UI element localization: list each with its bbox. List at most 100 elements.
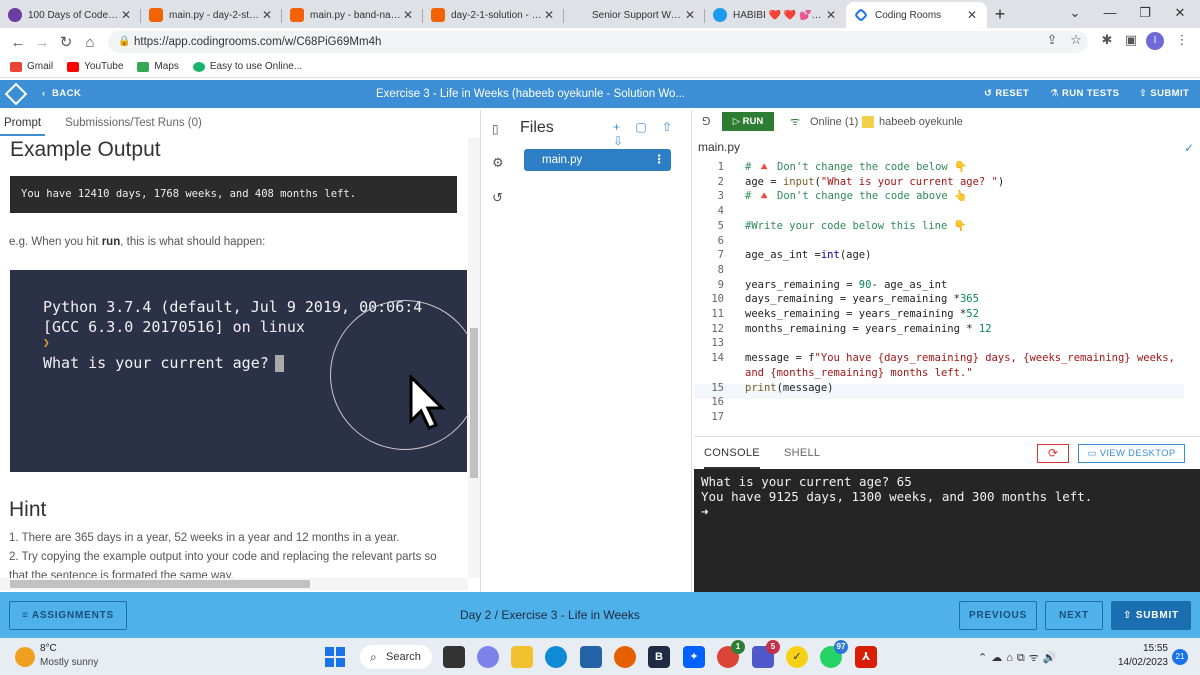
mouse-pointer-icon: [409, 375, 446, 430]
code-text: weeks_remaining = years_remaining *52: [745, 308, 979, 320]
code-line[interactable]: 4: [694, 204, 745, 219]
forward-arrow-icon[interactable]: →: [30, 34, 54, 51]
code-line[interactable]: 10 days_remaining = years_remaining *365: [694, 292, 979, 307]
code-line[interactable]: and {months_remaining} months left.": [694, 366, 973, 381]
back-button[interactable]: ‹ BACK: [42, 80, 81, 108]
norton-icon[interactable]: ✓: [786, 646, 808, 668]
chrome-icon[interactable]: 1: [717, 640, 745, 668]
editor-tab-main-py[interactable]: main.py: [698, 140, 740, 156]
submit-button[interactable]: ⇧ SUBMIT: [1139, 80, 1189, 108]
notification-badge[interactable]: 21: [1172, 649, 1188, 665]
close-icon[interactable]: ✕: [119, 8, 133, 22]
tab-console[interactable]: CONSOLE: [704, 437, 760, 469]
menu-dots-icon[interactable]: ⋮: [1172, 32, 1192, 48]
code-line[interactable]: 11 weeks_remaining = years_remaining *52: [694, 307, 979, 322]
reload-icon[interactable]: ↻: [54, 33, 78, 51]
clear-console-button[interactable]: ⟳: [1037, 444, 1069, 463]
code-line[interactable]: 6: [694, 234, 745, 249]
weather-temp: 8°C: [40, 643, 57, 654]
code-line[interactable]: 15 print(message): [694, 381, 833, 396]
more-options-icon[interactable]: ⋮: [654, 149, 666, 171]
code-line[interactable]: 13: [694, 336, 745, 351]
teams-chat-icon[interactable]: [477, 646, 499, 668]
code-line[interactable]: 17: [694, 410, 745, 425]
horizontal-scrollbar[interactable]: [0, 578, 468, 590]
browser-tab[interactable]: HABIBI ❤️ ❤️ 💕 on ✕: [705, 2, 846, 28]
smallpdf-icon: [192, 61, 205, 72]
acrobat-icon[interactable]: ⅄: [855, 646, 877, 668]
home-icon[interactable]: ⌂: [78, 34, 102, 51]
bookmark-easy-online[interactable]: Easy to use Online...: [192, 61, 302, 72]
bookmark-gmail[interactable]: Gmail: [10, 61, 53, 72]
code-line[interactable]: 14 message = f"You have {days_remaining} …: [694, 351, 1175, 366]
tab-prompt[interactable]: Prompt: [0, 110, 46, 136]
code-line[interactable]: 2 age = input("What is your current age? …: [694, 175, 1005, 190]
share-icon[interactable]: ⇪: [1042, 32, 1062, 48]
minimize-icon[interactable]: —: [1090, 0, 1130, 28]
system-tray-icons[interactable]: ⌃☁⌂⧉ᯤ🔊: [978, 650, 1060, 665]
tab-shell[interactable]: SHELL: [784, 437, 820, 469]
close-icon[interactable]: ✕: [401, 8, 415, 22]
run-tests-button[interactable]: ⚗ RUN TESTS: [1050, 80, 1119, 108]
close-icon[interactable]: ✕: [260, 8, 274, 22]
bootstrap-icon[interactable]: B: [648, 646, 670, 668]
profile-avatar[interactable]: I: [1146, 32, 1164, 50]
browser-tab[interactable]: main.py - band-name ✕: [282, 2, 423, 28]
browser-tab[interactable]: day-2-1-solution - Re ✕: [423, 2, 564, 28]
run-button[interactable]: ▷ RUN: [722, 112, 774, 131]
tab-search-icon[interactable]: ⌄: [1055, 0, 1095, 28]
dropbox-icon[interactable]: ✦: [683, 646, 705, 668]
browser-tab[interactable]: Senior Support Work ✕: [564, 2, 705, 28]
close-icon[interactable]: ✕: [965, 8, 979, 22]
reset-button[interactable]: ↺ RESET: [984, 80, 1029, 108]
folder-icon[interactable]: [511, 646, 533, 668]
next-button[interactable]: NEXT: [1045, 601, 1103, 630]
view-desktop-button[interactable]: ▭ VIEW DESKTOP: [1078, 444, 1185, 463]
tab-submissions[interactable]: Submissions/Test Runs (0): [65, 117, 202, 129]
teams-icon[interactable]: 5: [752, 640, 780, 668]
firefox-icon[interactable]: [614, 646, 636, 668]
bookmark-maps[interactable]: Maps: [137, 61, 179, 72]
restore-icon[interactable]: ❐: [1125, 0, 1165, 28]
code-line[interactable]: 16: [694, 395, 745, 410]
code-line[interactable]: 9 years_remaining = 90- age_as_int: [694, 278, 948, 293]
assignments-button[interactable]: ≡ ASSIGNMENTS: [9, 601, 127, 630]
assignment-breadcrumb: Day 2 / Exercise 3 - Life in Weeks: [460, 608, 640, 622]
taskbar-search[interactable]: ⌕ Search: [360, 645, 432, 669]
gear-icon[interactable]: ⚙: [492, 155, 504, 171]
sidebar-icon[interactable]: ▣: [1121, 32, 1141, 48]
code-line[interactable]: 3 # 🔺 Don't change the code above 👆: [694, 189, 967, 204]
code-line[interactable]: 1 # 🔺 Don't change the code below 👇: [694, 160, 967, 175]
file-item-main-py[interactable]: main.py ⋮: [524, 149, 671, 171]
file-actions[interactable]: + ▢ ⇧ ⇩: [613, 120, 691, 148]
previous-button[interactable]: PREVIOUS: [959, 601, 1037, 630]
browser-tab[interactable]: main.py - day-2-start ✕: [141, 2, 282, 28]
footer-submit-button[interactable]: ⇧ SUBMIT: [1111, 601, 1191, 630]
store-icon[interactable]: [580, 646, 602, 668]
windows-start-icon[interactable]: [325, 647, 345, 667]
code-line[interactable]: 12 months_remaining = years_remaining * 1…: [694, 322, 991, 337]
vertical-scrollbar[interactable]: [468, 138, 480, 578]
url-input[interactable]: 🔒 https://app.codingrooms.com/w/C68PiG69M…: [108, 31, 1088, 53]
close-icon[interactable]: ✕: [542, 8, 556, 22]
browser-tab-active[interactable]: Coding Rooms ✕: [846, 2, 987, 28]
file-icon[interactable]: ▯: [492, 122, 499, 136]
browser-tab[interactable]: 100 Days of Code: Th ✕: [0, 2, 141, 28]
edge-icon[interactable]: [545, 646, 567, 668]
new-tab-button[interactable]: +: [987, 2, 1013, 28]
back-arrow-icon[interactable]: ←: [6, 34, 30, 51]
close-icon[interactable]: ✕: [824, 8, 838, 22]
codingrooms-logo-icon[interactable]: [4, 82, 28, 106]
close-icon[interactable]: ✕: [683, 8, 697, 22]
star-icon[interactable]: ☆: [1066, 32, 1086, 48]
close-window-icon[interactable]: ✕: [1160, 0, 1200, 28]
taskview-icon[interactable]: [443, 646, 465, 668]
whatsapp-icon[interactable]: 97: [820, 640, 848, 668]
console-output[interactable]: What is your current age? 65 You have 91…: [694, 469, 1200, 592]
extensions-icon[interactable]: ✱: [1097, 32, 1117, 48]
code-line[interactable]: 7 age_as_int =int(age): [694, 248, 872, 263]
bookmark-youtube[interactable]: YouTube: [67, 61, 123, 72]
code-line[interactable]: 5 #Write your code below this line 👇: [694, 219, 967, 234]
history-icon[interactable]: ↺: [492, 190, 503, 206]
code-line[interactable]: 8: [694, 263, 745, 278]
